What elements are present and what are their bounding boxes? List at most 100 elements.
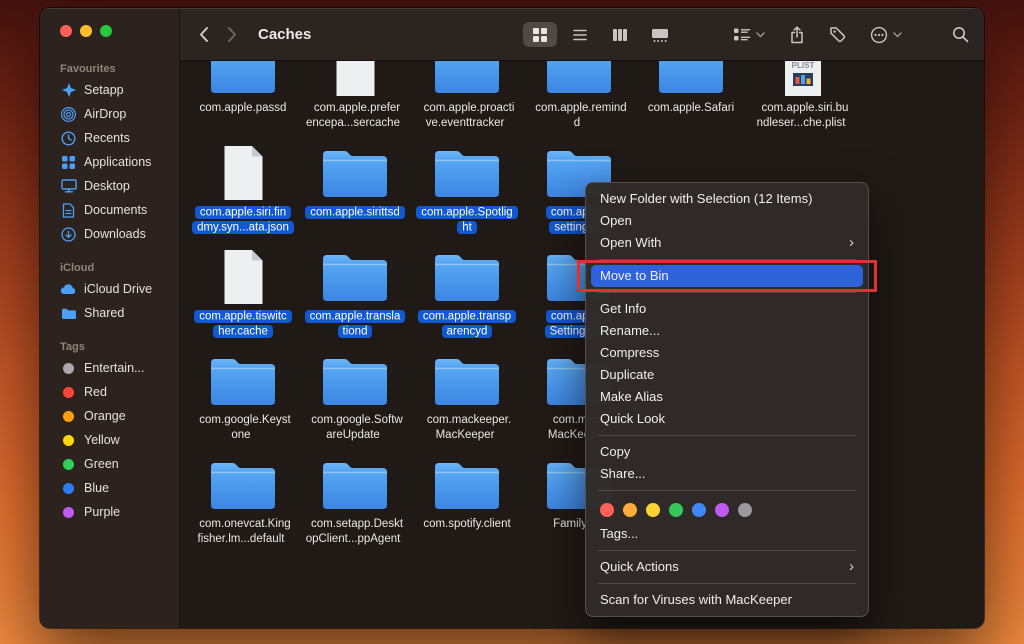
traffic-lights bbox=[40, 23, 179, 47]
search-button[interactable] bbox=[952, 26, 969, 43]
sidebar-item-downloads[interactable]: Downloads bbox=[40, 222, 179, 246]
menu-item-label: Make Alias bbox=[600, 389, 663, 405]
folder-icon bbox=[431, 455, 503, 513]
sidebar-item-desktop[interactable]: Desktop bbox=[40, 174, 179, 198]
file-item-com-spotify-client[interactable]: com.spotify.client bbox=[411, 455, 523, 547]
sidebar-item-label: Entertain... bbox=[84, 361, 144, 375]
sidebar-section-title: iCloud bbox=[40, 260, 179, 277]
traffic-light-minimize[interactable] bbox=[80, 25, 92, 37]
recents-icon bbox=[60, 130, 77, 146]
tag-color-dot[interactable] bbox=[692, 503, 706, 517]
file-label: com.apple.proactive.eventtracker bbox=[420, 101, 515, 131]
tag-color-dot[interactable] bbox=[715, 503, 729, 517]
sidebar-item-entertain[interactable]: Entertain... bbox=[40, 356, 179, 380]
file-item-com-apple-passd[interactable]: com.apple.passd bbox=[187, 61, 299, 131]
context-menu: New Folder with Selection (12 Items) Open… bbox=[585, 182, 869, 617]
sidebar-item-red[interactable]: Red bbox=[40, 380, 179, 404]
sidebar: FavouritesSetappAirDropRecentsApplicatio… bbox=[40, 9, 180, 628]
submenu-arrow-icon: › bbox=[849, 236, 854, 250]
menu-item-scan-for-viruses-with-mackeeper[interactable]: Scan for Viruses with MacKeeper bbox=[586, 589, 868, 611]
view-list-button[interactable] bbox=[563, 22, 597, 47]
menu-separator bbox=[598, 259, 856, 260]
folder-icon bbox=[431, 143, 503, 201]
sidebar-item-setapp[interactable]: Setapp bbox=[40, 78, 179, 102]
folder-icon bbox=[319, 247, 391, 305]
file-item-com-apple-siri-fin[interactable]: com.apple.siri.findmy.syn...ata.json bbox=[187, 143, 299, 235]
sidebar-item-orange[interactable]: Orange bbox=[40, 404, 179, 428]
file-item-com-apple-transp[interactable]: com.apple.transparencyd bbox=[411, 247, 523, 339]
menu-item-label: Get Info bbox=[600, 301, 646, 317]
file-item-com-apple-remind[interactable]: com.apple.remindd bbox=[523, 61, 635, 131]
menu-item-label: Rename... bbox=[600, 323, 660, 339]
menu-item-share[interactable]: Share... bbox=[586, 463, 868, 485]
menu-item-new-folder-with-selection-12-items[interactable]: New Folder with Selection (12 Items) bbox=[586, 188, 868, 210]
traffic-light-zoom[interactable] bbox=[100, 25, 112, 37]
menu-item-quick-look[interactable]: Quick Look bbox=[586, 408, 868, 430]
toolbar: Caches bbox=[180, 9, 984, 61]
group-button[interactable] bbox=[733, 27, 765, 42]
more-options-button[interactable] bbox=[870, 26, 902, 44]
view-columns-button[interactable] bbox=[603, 22, 637, 47]
traffic-light-close[interactable] bbox=[60, 25, 72, 37]
folder-icon bbox=[207, 455, 279, 513]
file-item-com-apple-siri-bu[interactable]: PLISTcom.apple.siri.bundleser...che.plis… bbox=[747, 61, 859, 131]
sidebar-sections: FavouritesSetappAirDropRecentsApplicatio… bbox=[40, 61, 179, 524]
menu-item-rename[interactable]: Rename... bbox=[586, 320, 868, 342]
file-label: com.apple.Safari bbox=[644, 101, 738, 116]
sidebar-item-blue[interactable]: Blue bbox=[40, 476, 179, 500]
menu-item-label: New Folder with Selection (12 Items) bbox=[600, 191, 812, 207]
menu-item-open[interactable]: Open bbox=[586, 210, 868, 232]
file-item-com-setapp-deskt[interactable]: com.setapp.DesktopClient...ppAgent bbox=[299, 455, 411, 547]
sidebar-item-label: Blue bbox=[84, 481, 109, 495]
tag-color-dot[interactable] bbox=[600, 503, 614, 517]
tag-color-dot[interactable] bbox=[738, 503, 752, 517]
sidebar-item-green[interactable]: Green bbox=[40, 452, 179, 476]
sidebar-item-airdrop[interactable]: AirDrop bbox=[40, 102, 179, 126]
forward-button[interactable] bbox=[227, 26, 238, 43]
file-label: com.apple.transparencyd bbox=[418, 309, 516, 339]
sidebar-item-icloud-drive[interactable]: iCloud Drive bbox=[40, 277, 179, 301]
menu-item-compress[interactable]: Compress bbox=[586, 342, 868, 364]
menu-item-label: Quick Look bbox=[600, 411, 665, 427]
toolbar-actions bbox=[733, 26, 902, 44]
file-item-com-apple-spotlig[interactable]: com.apple.Spotlight bbox=[411, 143, 523, 235]
sidebar-item-recents[interactable]: Recents bbox=[40, 126, 179, 150]
menu-item-move-to-bin[interactable]: Move to Bin bbox=[591, 265, 863, 287]
file-item-com-onevcat-king[interactable]: com.onevcat.Kingfisher.lm...default bbox=[187, 455, 299, 547]
menu-item-quick-actions[interactable]: Quick Actions› bbox=[586, 556, 868, 578]
menu-item-tags[interactable]: Tags... bbox=[586, 523, 868, 545]
folder-icon bbox=[431, 351, 503, 409]
menu-item-make-alias[interactable]: Make Alias bbox=[586, 386, 868, 408]
sidebar-item-yellow[interactable]: Yellow bbox=[40, 428, 179, 452]
menu-item-open-with[interactable]: Open With› bbox=[586, 232, 868, 254]
file-item-com-apple-safari[interactable]: com.apple.Safari bbox=[635, 61, 747, 131]
menu-item-duplicate[interactable]: Duplicate bbox=[586, 364, 868, 386]
file-item-com-google-keyst[interactable]: com.google.Keystone bbox=[187, 351, 299, 443]
file-item-com-apple-proacti[interactable]: com.apple.proactive.eventtracker bbox=[411, 61, 523, 131]
sidebar-item-label: Red bbox=[84, 385, 107, 399]
file-item-com-apple-sirittsd[interactable]: com.apple.sirittsd bbox=[299, 143, 411, 235]
file-item-com-google-softw[interactable]: com.google.SoftwareUpdate bbox=[299, 351, 411, 443]
tag-color-dot[interactable] bbox=[669, 503, 683, 517]
back-button[interactable] bbox=[198, 26, 209, 43]
tag-color-dot[interactable] bbox=[623, 503, 637, 517]
file-item-com-mackeeper[interactable]: com.mackeeper.MacKeeper bbox=[411, 351, 523, 443]
menu-item-get-info[interactable]: Get Info bbox=[586, 298, 868, 320]
sidebar-item-applications[interactable]: Applications bbox=[40, 150, 179, 174]
menu-item-copy[interactable]: Copy bbox=[586, 441, 868, 463]
sidebar-item-shared[interactable]: Shared bbox=[40, 301, 179, 325]
view-gallery-button[interactable] bbox=[643, 22, 677, 47]
file-item-com-apple-tiswitc[interactable]: com.apple.tiswitcher.cache bbox=[187, 247, 299, 339]
tag-color-dot[interactable] bbox=[646, 503, 660, 517]
file-item-com-apple-transla[interactable]: com.apple.translationd bbox=[299, 247, 411, 339]
tag-dot-icon bbox=[60, 504, 77, 520]
sidebar-item-documents[interactable]: Documents bbox=[40, 198, 179, 222]
window-title: Caches bbox=[258, 26, 311, 43]
share-button[interactable] bbox=[789, 26, 805, 44]
menu-item-label: Copy bbox=[600, 444, 630, 460]
sidebar-item-label: Purple bbox=[84, 505, 120, 519]
file-item-com-apple-prefer[interactable]: com.apple.preferencepa...sercache bbox=[299, 61, 411, 131]
view-grid-button[interactable] bbox=[523, 22, 557, 47]
sidebar-item-purple[interactable]: Purple bbox=[40, 500, 179, 524]
tags-button[interactable] bbox=[829, 26, 846, 43]
